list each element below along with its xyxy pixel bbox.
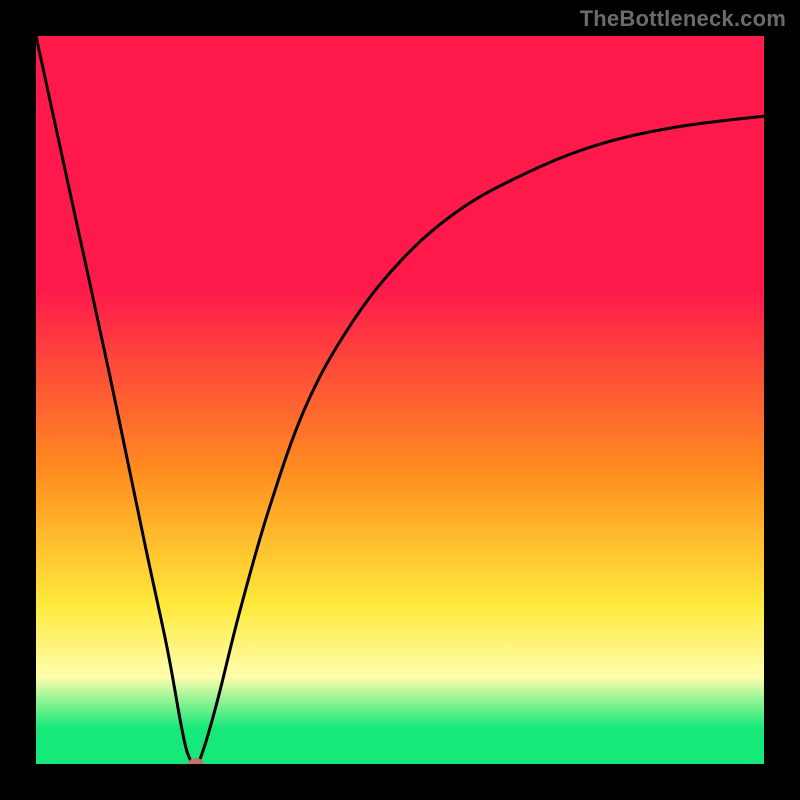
bottleneck-curve [36, 36, 764, 764]
plot-area [36, 36, 764, 764]
watermark-text: TheBottleneck.com [580, 6, 786, 32]
minimum-marker [188, 758, 204, 764]
chart-frame: TheBottleneck.com [0, 0, 800, 800]
